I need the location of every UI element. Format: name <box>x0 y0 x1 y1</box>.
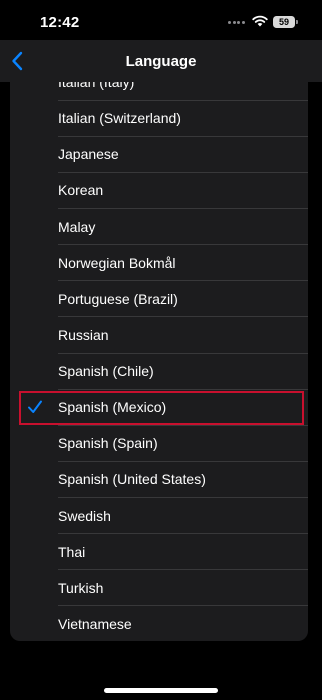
battery-tip <box>296 20 298 24</box>
battery-icon: 59 <box>273 16 295 28</box>
language-label: Korean <box>58 182 104 199</box>
language-row[interactable]: Spanish (Spain) <box>10 425 308 462</box>
language-row[interactable]: Italian (Italy) <box>10 82 308 101</box>
status-time: 12:42 <box>40 14 80 31</box>
language-label: Russian <box>58 326 109 343</box>
wifi-icon <box>252 15 268 27</box>
language-label: Malay <box>58 218 96 235</box>
language-row[interactable]: Korean <box>10 172 308 209</box>
language-label: Turkish <box>58 579 104 596</box>
language-label: Spanish (Mexico) <box>58 399 167 416</box>
language-row[interactable]: Spanish (Chile) <box>10 353 308 390</box>
language-row[interactable]: Russian <box>10 317 308 354</box>
language-label: Swedish <box>58 507 111 524</box>
page-title: Language <box>125 53 197 70</box>
language-row[interactable]: Portuguese (Brazil) <box>10 281 308 318</box>
language-label: Norwegian Bokmål <box>58 254 176 271</box>
language-label: Spanish (Spain) <box>58 435 158 452</box>
language-row[interactable]: Swedish <box>10 498 308 534</box>
language-list-container: Italian (Italy) Italian (Switzerland) Japa… <box>10 82 308 641</box>
language-row[interactable]: Turkish <box>10 570 308 607</box>
language-row[interactable]: Spanish (United States) <box>10 461 308 498</box>
language-label: Portuguese (Brazil) <box>58 290 178 307</box>
checkmark-icon <box>28 400 42 414</box>
cellular-signal-icon <box>228 21 248 25</box>
language-row[interactable]: Norwegian Bokmål <box>10 245 308 281</box>
language-row[interactable]: Malay <box>10 209 308 245</box>
language-row[interactable]: Spanish (Mexico) <box>10 389 308 426</box>
language-label: Italian (Switzerland) <box>58 110 181 127</box>
language-list: Italian (Italy) Italian (Switzerland) Japa… <box>10 82 308 641</box>
language-label: Spanish (Chile) <box>58 363 154 379</box>
language-label: Japanese <box>58 146 119 163</box>
language-label: Italian (Italy) <box>58 82 135 90</box>
language-label: Vietnamese <box>58 615 132 632</box>
navigation-bar: Language <box>0 40 322 82</box>
language-row[interactable]: Japanese <box>10 136 308 173</box>
language-row[interactable]: Italian (Switzerland) <box>10 100 308 137</box>
home-indicator <box>104 688 218 693</box>
language-label: Thai <box>58 543 86 560</box>
language-row[interactable]: Thai <box>10 534 308 570</box>
language-row[interactable]: Vietnamese <box>10 606 308 641</box>
language-label: Spanish (United States) <box>58 471 206 488</box>
